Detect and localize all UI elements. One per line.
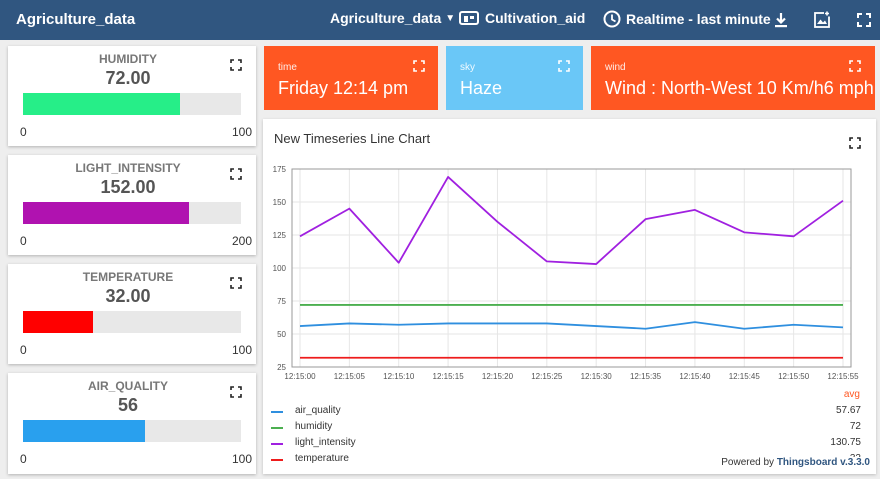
time-value: Friday 12:14 pm [278,78,409,98]
line-chart[interactable]: 25 50 75 100 125 150 175 12:15:00 12:15:05 12:15:… [263,119,876,389]
x-tick-label: 12:15:00 [284,372,316,381]
gauge-max: 100 [231,343,252,357]
cultivation-aid-button[interactable]: Cultivation_aid [459,10,585,26]
x-tick-label: 12:15:40 [679,372,711,381]
time-label: time [278,62,297,73]
gauge-title: LIGHT_INTENSITY [75,161,181,175]
y-tick-label: 75 [277,297,286,306]
y-tick-label: 150 [273,198,287,207]
legend-series-avg: 57.67 [835,405,861,416]
air-quality-gauge-card: AIR_QUALITY 56 0 100 [8,373,256,474]
gauge-min: 0 [20,234,27,248]
cultivation-aid-label: Cultivation_aid [485,10,586,26]
gauge-track [23,93,241,115]
gauge-track [23,420,241,442]
wind-card: wind Wind : North-West 10 Km/h6 mph [591,46,875,110]
wind-label: wind [605,62,626,73]
gauge-min: 0 [20,452,27,466]
download-icon[interactable] [772,11,790,29]
sky-label: sky [460,62,475,73]
x-tick-label: 12:15:20 [482,372,514,381]
legend-swatch [271,459,283,461]
temperature-gauge-card: TEMPERATURE 32.00 0 100 [8,264,256,364]
gauge-title: HUMIDITY [99,52,157,66]
legend-series-avg: 130.75 [830,437,861,448]
gauge-max: 100 [231,452,252,466]
gauge-value: 152.00 [100,177,156,197]
gauge-value: 32.00 [105,286,151,306]
legend-swatch [271,427,283,429]
x-tick-label: 12:15:50 [778,372,810,381]
sky-value: Haze [460,78,503,98]
y-tick-label: 125 [273,231,287,240]
y-tick-label: 175 [273,165,287,174]
x-tick-label: 12:15:05 [334,372,366,381]
expand-icon[interactable] [849,60,861,72]
timewindow-button[interactable]: Realtime - last minute [603,10,771,28]
dashboard-select-label: Agriculture_data [330,10,442,26]
fullscreen-icon[interactable] [855,11,873,29]
gauge-fill [23,202,189,224]
gauge-fill [23,93,180,115]
dashboard-layout-icon [459,11,479,25]
gauge-value: 72.00 [105,68,151,88]
timewindow-label: Realtime - last minute [626,11,771,27]
y-tick-label: 25 [277,363,286,372]
light-intensity-gauge-card: LIGHT_INTENSITY 152.00 0 200 [8,155,256,255]
x-tick-label: 12:15:10 [383,372,415,381]
wind-value: Wind : North-West 10 Km/h6 mph [605,78,874,98]
gauge-fill [23,311,93,333]
expand-icon[interactable] [413,60,425,72]
gauge-fill [23,420,146,442]
dashboard-title: Agriculture_data [16,11,136,28]
image-export-icon[interactable] [813,11,831,29]
y-tick-label: 50 [277,330,286,339]
time-card: time Friday 12:14 pm [264,46,438,110]
x-tick-label: 12:15:30 [581,372,613,381]
gauge-track [23,202,241,224]
legend-swatch [271,443,283,445]
gauge-title: AIR_QUALITY [87,379,168,393]
legend-series-name: humidity [295,421,333,432]
x-tick-label: 12:15:55 [827,372,859,381]
legend-avg-header: avg [843,389,860,400]
gauge-title: TEMPERATURE [82,270,174,284]
dashboard-select[interactable]: Agriculture_data ▼ [330,10,455,26]
humidity-gauge-card: HUMIDITY 72.00 0 100 [8,46,256,146]
y-tick-label: 100 [273,264,287,273]
gauge-max: 100 [231,125,252,139]
gauge-min: 0 [20,125,27,139]
gauge-min: 0 [20,343,27,357]
legend-series-avg: 72 [849,421,861,432]
expand-icon[interactable] [558,60,570,72]
gauge-value: 56 [117,395,139,415]
clock-icon [603,10,621,28]
gauge-track [23,311,241,333]
x-tick-label: 12:15:45 [729,372,761,381]
gauge-max: 200 [231,234,252,248]
x-tick-label: 12:15:35 [630,372,662,381]
legend-swatch [271,411,283,413]
caret-down-icon: ▼ [445,12,456,24]
thingsboard-link[interactable]: Thingsboard v.3.3.0 [777,457,870,468]
top-toolbar: Agriculture_data Agriculture_data ▼ Cult… [0,0,880,40]
legend-series-name: air_quality [295,405,341,416]
x-tick-label: 12:15:15 [433,372,465,381]
x-tick-label: 12:15:25 [531,372,563,381]
legend-series-name: temperature [295,453,349,464]
timeseries-chart-card: New Timeseries Line Chart 25 50 75 100 125 15… [263,119,876,474]
powered-by: Powered by Thingsboard v.3.3.0 [721,457,870,468]
legend-series-name: light_intensity [295,437,356,448]
sky-card: sky Haze [446,46,583,110]
powered-by-text: Powered by [721,457,775,468]
